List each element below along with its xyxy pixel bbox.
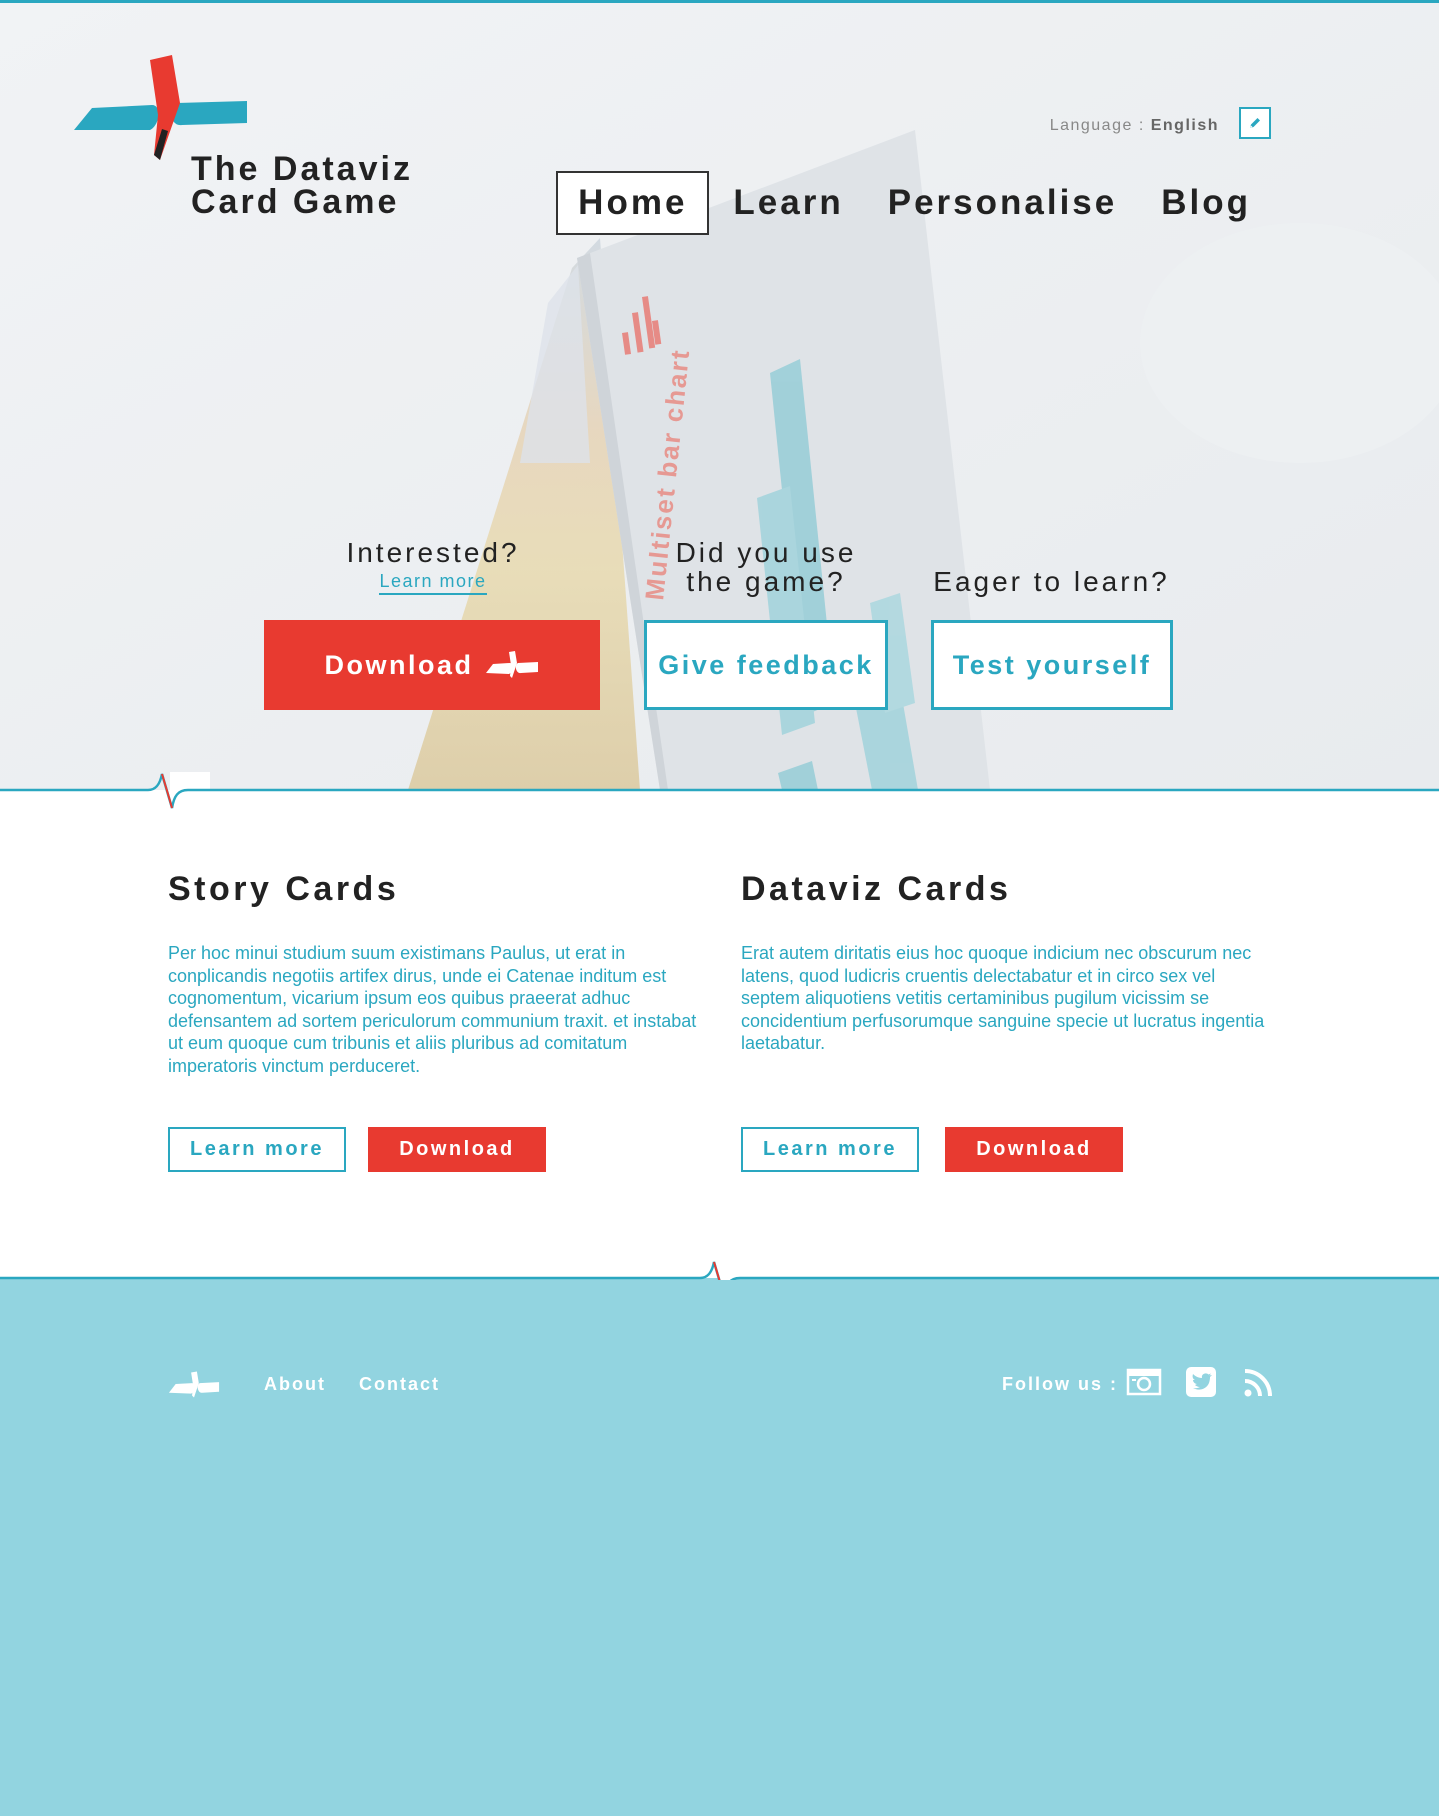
main-nav: Home Learn Personalise Blog bbox=[552, 171, 1271, 235]
section-divider-top bbox=[0, 772, 1439, 809]
hero-section: Multiset bar chart The Dataviz Card Game… bbox=[0, 3, 1439, 790]
nav-learn[interactable]: Learn bbox=[713, 171, 863, 235]
footer-logo-icon[interactable] bbox=[167, 1370, 221, 1400]
nav-home[interactable]: Home bbox=[556, 171, 710, 235]
test-yourself-button[interactable]: Test yourself bbox=[931, 620, 1173, 710]
cta-interested: Interested? Learn more bbox=[265, 538, 601, 595]
dataviz-cards-title: Dataviz Cards bbox=[741, 870, 1012, 908]
feedback-question-line2: the game? bbox=[686, 566, 846, 597]
footer-contact-link[interactable]: Contact bbox=[359, 1374, 440, 1395]
interested-learn-more-link[interactable]: Learn more bbox=[379, 571, 487, 595]
story-cards-title: Story Cards bbox=[168, 870, 400, 908]
interested-question: Interested? bbox=[346, 537, 520, 568]
give-feedback-button[interactable]: Give feedback bbox=[644, 620, 888, 710]
language-value: English bbox=[1150, 117, 1219, 134]
learn-question: Eager to learn? bbox=[933, 566, 1170, 597]
brand-title[interactable]: The Dataviz Card Game bbox=[191, 150, 413, 221]
dataviz-cards-description: Erat autem diritatis eius hoc quoque ind… bbox=[741, 943, 1265, 1053]
dataviz-download-button[interactable]: Download bbox=[945, 1127, 1123, 1172]
language-edit-button[interactable] bbox=[1239, 107, 1271, 139]
logo-mark-icon bbox=[485, 651, 538, 678]
cta-learn: Eager to learn? bbox=[930, 567, 1173, 596]
twitter-icon[interactable] bbox=[1184, 1364, 1220, 1400]
brand-title-line1: The Dataviz bbox=[191, 150, 413, 188]
feedback-question-line1: Did you use bbox=[675, 537, 857, 568]
footer-about-link[interactable]: About bbox=[264, 1374, 326, 1395]
camera-icon[interactable] bbox=[1126, 1364, 1162, 1400]
hero-download-button[interactable]: Download bbox=[264, 620, 600, 710]
story-download-button[interactable]: Download bbox=[368, 1127, 546, 1172]
cta-feedback: Did you use the game? bbox=[644, 538, 888, 596]
story-learn-more-button[interactable]: Learn more bbox=[168, 1127, 346, 1172]
footer: About Contact Follow us : bbox=[0, 1280, 1439, 1816]
nav-personalise[interactable]: Personalise bbox=[868, 171, 1138, 235]
cards-section: Story Cards Per hoc minui studium suum e… bbox=[0, 790, 1439, 1280]
brand-logo[interactable] bbox=[72, 55, 252, 165]
nav-blog[interactable]: Blog bbox=[1141, 171, 1271, 235]
follow-us-label: Follow us : bbox=[1002, 1374, 1118, 1394]
rss-icon[interactable] bbox=[1241, 1364, 1277, 1400]
language-selector: Language : English bbox=[1000, 105, 1271, 145]
language-label: Language : bbox=[1049, 117, 1151, 134]
story-cards-description: Per hoc minui studium suum existimans Pa… bbox=[168, 943, 697, 1076]
dataviz-learn-more-button[interactable]: Learn more bbox=[741, 1127, 919, 1172]
pencil-icon bbox=[1250, 118, 1260, 128]
hero-download-label: Download bbox=[324, 649, 474, 680]
brand-title-line2: Card Game bbox=[191, 183, 400, 221]
